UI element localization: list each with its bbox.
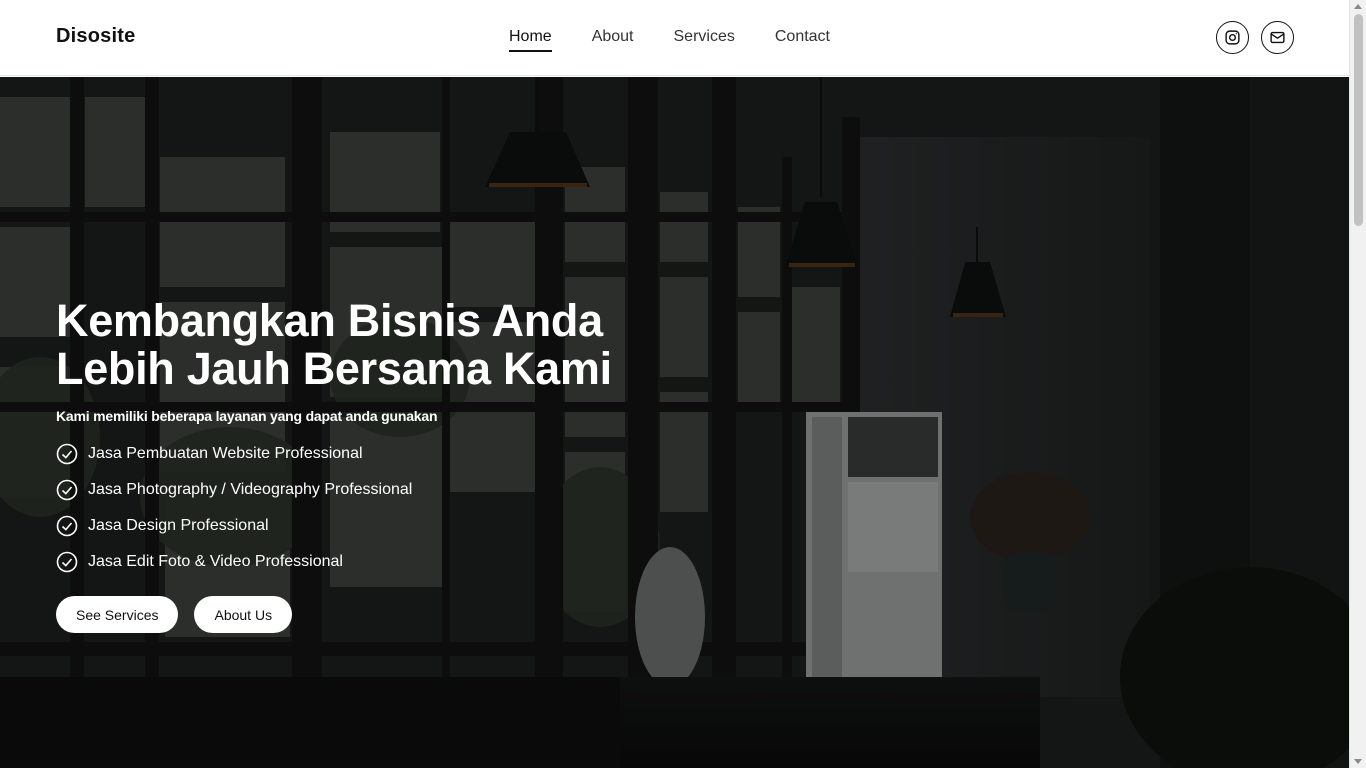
scroll-down-icon[interactable] [1354, 759, 1362, 764]
social-links [1216, 21, 1294, 54]
scrollbar-thumb[interactable] [1354, 14, 1363, 226]
service-list: Jasa Pembuatan Website Professional Jasa… [56, 436, 756, 580]
nav-link-home[interactable]: Home [509, 27, 552, 52]
check-circle-icon [56, 515, 78, 537]
nav-link-contact[interactable]: Contact [775, 27, 830, 52]
nav-link-about[interactable]: About [592, 27, 634, 52]
hero-title: Kembangkan Bisnis Anda Lebih Jauh Bersam… [56, 297, 756, 393]
check-circle-icon [56, 551, 78, 573]
mail-button[interactable] [1261, 21, 1294, 54]
hero-title-line-2: Lebih Jauh Bersama Kami [56, 343, 612, 394]
check-circle-icon [56, 443, 78, 465]
mail-icon [1269, 29, 1286, 46]
hero-section: Kembangkan Bisnis Anda Lebih Jauh Bersam… [0, 77, 1349, 768]
service-item-label: Jasa Photography / Videography Professio… [88, 481, 413, 498]
service-item-label: Jasa Edit Foto & Video Professional [88, 553, 343, 570]
about-us-button[interactable]: About Us [194, 596, 293, 633]
service-item: Jasa Pembuatan Website Professional [56, 436, 756, 472]
see-services-button[interactable]: See Services [56, 596, 179, 633]
page: Disosite Home About Services Contact Kem… [0, 0, 1349, 768]
service-item-label: Jasa Pembuatan Website Professional [88, 445, 363, 462]
service-item: Jasa Edit Foto & Video Professional [56, 544, 756, 580]
check-circle-icon [56, 479, 78, 501]
instagram-button[interactable] [1216, 21, 1249, 54]
scroll-up-icon[interactable] [1354, 4, 1362, 9]
service-item: Jasa Photography / Videography Professio… [56, 472, 756, 508]
hero-actions: See Services About Us [56, 596, 756, 633]
nav-link-services[interactable]: Services [674, 27, 735, 52]
hero-title-line-1: Kembangkan Bisnis Anda [56, 295, 603, 346]
page-scrollbar[interactable] [1349, 0, 1366, 768]
main-nav: Home About Services Contact [509, 27, 830, 52]
navbar: Disosite Home About Services Contact [0, 0, 1349, 76]
hero-content: Kembangkan Bisnis Anda Lebih Jauh Bersam… [56, 297, 756, 633]
service-item-label: Jasa Design Professional [88, 517, 269, 534]
instagram-icon [1224, 29, 1241, 46]
hero-subtitle: Kami memiliki beberapa layanan yang dapa… [56, 408, 438, 424]
brand-logo[interactable]: Disosite [56, 25, 135, 48]
service-item: Jasa Design Professional [56, 508, 756, 544]
